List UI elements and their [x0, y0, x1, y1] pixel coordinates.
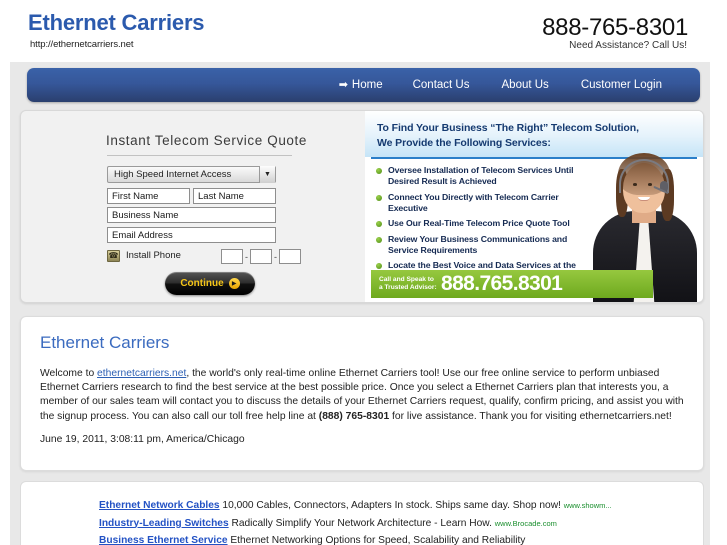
phone-icon: ☎ [107, 250, 120, 262]
article-text-part2: for live assistance. Thank you for visit… [389, 410, 672, 422]
left-gutter [0, 0, 10, 545]
cta-caption-line2: a Trusted Advisor: [379, 284, 437, 291]
header-phone-caption: Need Assistance? Call Us! [569, 40, 687, 51]
bullet-text: Oversee Installation of Telecom Services… [388, 165, 574, 186]
list-item: Review Your Business Communications and … [375, 234, 590, 256]
play-arrow-icon: ▶ [228, 278, 240, 289]
chevron-down-icon: ▼ [259, 166, 275, 183]
site-header: Ethernet Carriers http://ethernetcarrier… [10, 0, 710, 62]
quote-form-title: Instant Telecom Service Quote [106, 133, 307, 148]
continue-button-label: Continue [180, 278, 224, 289]
quote-form-divider [107, 155, 292, 156]
bullet-text: Use Our Real-Time Telecom Price Quote To… [388, 218, 570, 228]
page-root: Ethernet Carriers http://ethernetcarrier… [0, 0, 727, 545]
welcome-prefix: Welcome to [40, 368, 98, 379]
main-navigation: ➡ Home Contact Us About Us Customer Logi… [27, 68, 700, 102]
list-item: Use Our Real-Time Telecom Price Quote To… [375, 218, 590, 229]
phone-dash-2: - [274, 252, 277, 262]
bullet-text: Connect You Directly with Telecom Carrie… [388, 191, 559, 213]
bullet-text: Review Your Business Communications and … [388, 233, 568, 255]
service-type-value: High Speed Internet Access [114, 169, 232, 180]
ad-link[interactable]: Industry-Leading Switches [99, 518, 229, 529]
nav-item-home[interactable]: ➡ Home [323, 79, 397, 91]
list-item: Oversee Installation of Telecom Services… [375, 165, 590, 187]
email-input[interactable]: Email Address [107, 227, 276, 243]
ad-link[interactable]: Business Ethernet Service [99, 535, 228, 545]
article-panel: Ethernet Carriers Welcome to ethernetcar… [20, 316, 704, 471]
ad-url: www.Brocade.com [494, 518, 557, 528]
ad-row: Business Ethernet Service Ethernet Netwo… [99, 532, 694, 545]
services-banner: To Find Your Business “The Right” Teleco… [365, 111, 703, 302]
article-site-link[interactable]: ethernetcarriers.net [97, 368, 186, 379]
nav-item-home-label: Home [351, 79, 383, 91]
cta-phone-number: 888.765.8301 [441, 272, 563, 295]
last-name-input[interactable]: Last Name [193, 188, 276, 204]
right-gutter [710, 0, 727, 545]
first-name-input[interactable]: First Name [107, 188, 190, 204]
ad-description: Ethernet Networking Options for Speed, S… [227, 535, 526, 545]
phone-area-code-input[interactable] [221, 249, 243, 264]
service-type-select[interactable]: High Speed Internet Access ▼ [107, 166, 276, 183]
quote-panel: Instant Telecom Service Quote High Speed… [20, 110, 704, 303]
ads-panel: Ethernet Network Cables 10,000 Cables, C… [20, 481, 704, 545]
page-title: Ethernet Carriers [40, 333, 170, 352]
ad-description: 10,000 Cables, Connectors, Adapters In s… [219, 500, 564, 511]
nav-item-about-us[interactable]: About Us [486, 79, 565, 91]
ads-list: Ethernet Network Cables 10,000 Cables, C… [99, 497, 694, 545]
article-body: Welcome to ethernetcarriers.net, the wor… [40, 367, 688, 424]
ad-row: Ethernet Network Cables 10,000 Cables, C… [99, 497, 694, 515]
header-phone-number: 888-765-8301 [542, 14, 688, 41]
banner-cta-bar: Call and Speak to a Trusted Advisor: 888… [371, 270, 653, 298]
list-item: Connect You Directly with Telecom Carrie… [375, 192, 590, 214]
business-name-input[interactable]: Business Name [107, 207, 276, 223]
ad-link[interactable]: Ethernet Network Cables [99, 500, 220, 511]
nav-item-contact-us[interactable]: Contact Us [397, 79, 486, 91]
article-timestamp: June 19, 2011, 3:08:11 pm, America/Chica… [40, 434, 245, 445]
install-phone-label: Install Phone [126, 250, 181, 261]
banner-bullet-list: Oversee Installation of Telecom Services… [375, 165, 590, 287]
banner-headline-line1: To Find Your Business “The Right” Teleco… [377, 122, 639, 134]
cta-caption-line1: Call and Speak to [379, 276, 434, 283]
nav-item-customer-login[interactable]: Customer Login [565, 79, 678, 91]
arrow-right-icon: ➡ [338, 78, 348, 91]
site-url: http://ethernetcarriers.net [30, 39, 134, 50]
phone-prefix-input[interactable] [250, 249, 272, 264]
phone-dash-1: - [245, 252, 248, 262]
continue-button[interactable]: Continue ▶ [165, 272, 255, 295]
phone-line-input[interactable] [279, 249, 301, 264]
quote-form: Instant Telecom Service Quote High Speed… [21, 111, 358, 302]
site-logo-title: Ethernet Carriers [28, 10, 205, 35]
cta-caption: Call and Speak to a Trusted Advisor: [379, 276, 439, 292]
nav-bar: ➡ Home Contact Us About Us Customer Logi… [27, 68, 700, 102]
ad-url: www.showm... [563, 501, 612, 510]
banner-headline-line2: We Provide the Following Services: [377, 137, 551, 149]
ad-description: Radically Simplify Your Network Architec… [228, 517, 495, 529]
ad-row: Industry-Leading Switches Radically Simp… [99, 515, 694, 533]
install-phone-row: ☎ Install Phone - - [107, 249, 301, 267]
article-phone-bold: (888) 765-8301 [318, 410, 390, 422]
